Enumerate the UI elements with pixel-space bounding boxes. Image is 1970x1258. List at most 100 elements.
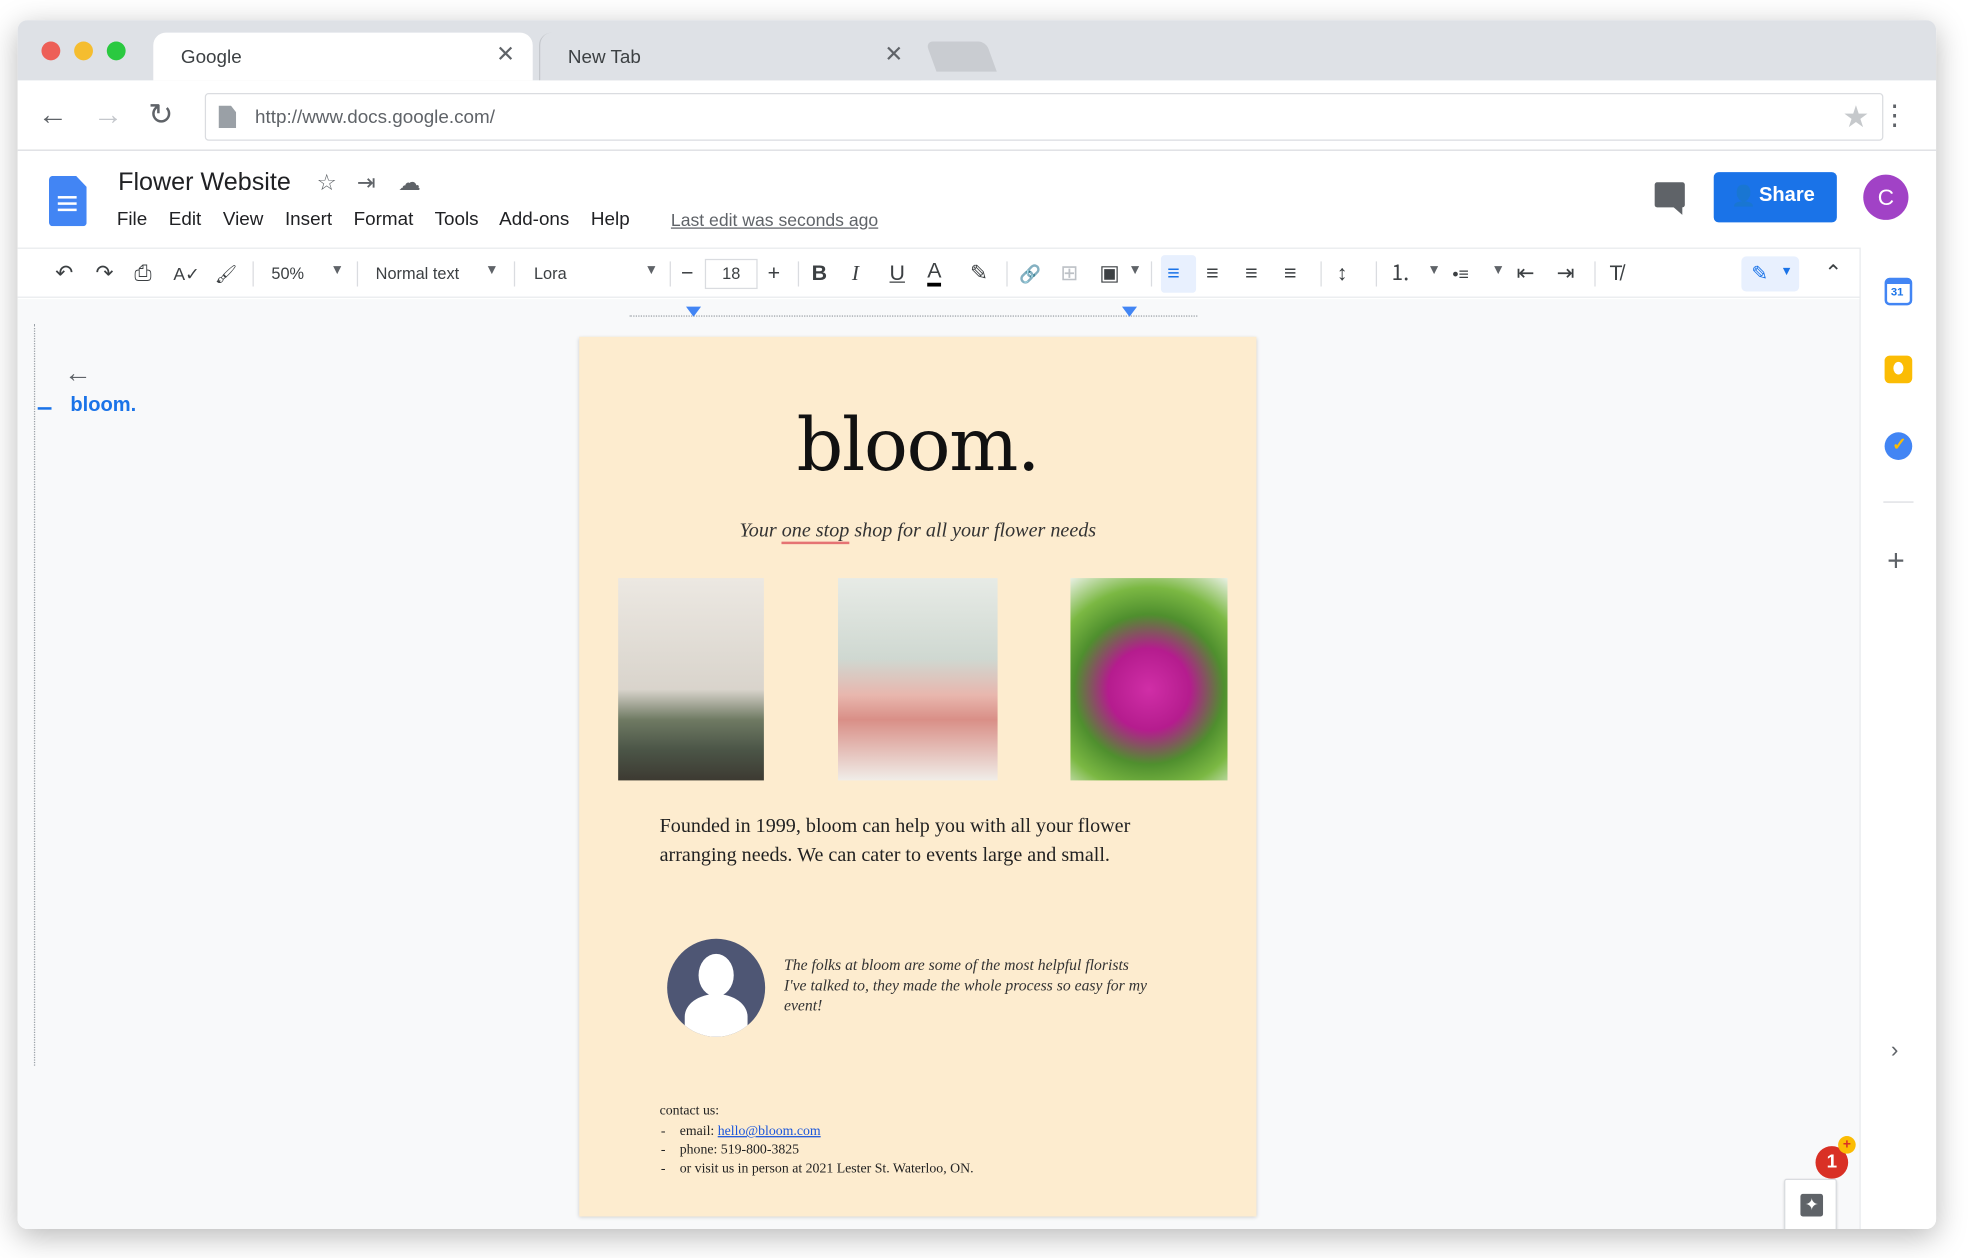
bookmark-star-icon[interactable]: ★: [1842, 99, 1869, 135]
share-button[interactable]: 👤 Share: [1713, 172, 1837, 223]
tab-google[interactable]: Google ✕: [153, 32, 533, 81]
cloud-status-icon[interactable]: ☁: [398, 170, 421, 196]
bulleted-list-icon[interactable]: •≡: [1452, 260, 1468, 288]
contact-heading: contact us:: [659, 1103, 720, 1119]
list-item: or visit us in person at 2021 Lester St.…: [660, 1160, 974, 1179]
close-icon[interactable]: ✕: [496, 41, 515, 67]
spellcheck-icon[interactable]: A✓: [173, 260, 199, 288]
chevron-down-icon[interactable]: ▼: [485, 263, 499, 278]
print-icon[interactable]: ⎙: [134, 260, 151, 288]
decrease-indent-icon[interactable]: ⇤: [1516, 260, 1534, 288]
contact-section: contact us: email: hello@bloom.com phone…: [660, 1103, 974, 1178]
last-edit-link[interactable]: Last edit was seconds ago: [671, 210, 878, 230]
reload-icon[interactable]: ↻: [148, 98, 173, 133]
outline-heading-item[interactable]: bloom.: [70, 395, 136, 418]
zoom-select[interactable]: 50%: [271, 264, 304, 283]
bold-button[interactable]: B: [812, 260, 827, 288]
menu-insert[interactable]: Insert: [285, 209, 332, 230]
add-comment-icon[interactable]: ⊞: [1060, 260, 1078, 288]
menu-bar: File Edit View Insert Format Tools Add-o…: [117, 209, 646, 230]
person-icon: 👤: [1731, 185, 1757, 208]
document-page[interactable]: bloom. Your one stop shop for all your f…: [579, 336, 1257, 1217]
tab-strip: Google ✕ New Tab ✕: [17, 20, 1937, 81]
flower-photo-bouquet[interactable]: [618, 578, 764, 781]
toolbar-divider: [1006, 261, 1008, 287]
horizontal-ruler: [629, 304, 1198, 317]
insert-link-icon[interactable]: 🔗: [1019, 260, 1041, 288]
left-indent-marker[interactable]: [685, 306, 702, 317]
italic-button[interactable]: I: [852, 260, 859, 288]
subtitle-part: shop for all your flower needs: [849, 520, 1097, 542]
font-size-input[interactable]: 18: [704, 258, 758, 290]
document-title[interactable]: Flower Website: [118, 168, 291, 197]
chevron-down-icon[interactable]: ▼: [1427, 263, 1441, 278]
numbered-list-icon[interactable]: ⒈: [1390, 260, 1411, 288]
collapse-menus-icon[interactable]: ⌃: [1824, 260, 1842, 288]
email-label: email:: [679, 1123, 718, 1139]
increase-indent-icon[interactable]: ⇥: [1557, 260, 1575, 288]
browser-window: Google ✕ New Tab ✕ ← → ↻ http://www.docs…: [17, 20, 1937, 1230]
paragraph-style-select[interactable]: Normal text: [376, 264, 460, 283]
address-bar[interactable]: http://www.docs.google.com/ ★: [204, 92, 1884, 141]
menu-format[interactable]: Format: [354, 209, 414, 230]
keep-icon[interactable]: [1884, 355, 1913, 384]
increase-font-size-button[interactable]: +: [768, 260, 780, 288]
close-window-button[interactable]: [41, 41, 61, 61]
avatar[interactable]: C: [1863, 174, 1909, 220]
close-icon[interactable]: ✕: [884, 41, 903, 67]
outline-back-arrow-icon[interactable]: ←: [64, 357, 92, 390]
menu-help[interactable]: Help: [591, 209, 630, 230]
tab-title: New Tab: [567, 46, 641, 68]
clear-formatting-icon[interactable]: T̸: [1609, 260, 1622, 288]
flower-photo-pink[interactable]: [1070, 578, 1228, 781]
calendar-icon[interactable]: 31: [1884, 277, 1913, 306]
justify-icon[interactable]: ≡: [1284, 260, 1296, 288]
menu-add-ons[interactable]: Add-ons: [499, 209, 569, 230]
move-folder-icon[interactable]: ⇥: [357, 170, 376, 196]
docs-logo-icon[interactable]: [48, 175, 87, 227]
star-icon[interactable]: ☆: [317, 170, 337, 196]
redo-icon[interactable]: ↷: [95, 260, 113, 288]
underline-button[interactable]: U: [890, 260, 905, 288]
menu-view[interactable]: View: [223, 209, 264, 230]
contact-list: email: hello@bloom.com phone: 519-800-38…: [660, 1122, 974, 1179]
align-center-icon[interactable]: ≡: [1206, 260, 1218, 288]
paint-format-icon[interactable]: 🖌: [215, 260, 237, 288]
chevron-down-icon[interactable]: ▼: [1128, 263, 1142, 278]
intro-paragraph: Founded in 1999, bloom can help you with…: [659, 815, 1131, 866]
text-color-button[interactable]: A: [927, 260, 942, 287]
tasks-icon[interactable]: ✓: [1884, 432, 1913, 460]
maximize-window-button[interactable]: [106, 41, 126, 61]
highlight-color-icon[interactable]: ✎: [970, 260, 988, 288]
line-spacing-icon[interactable]: ↕: [1337, 260, 1348, 288]
comment-history-icon[interactable]: [1654, 182, 1685, 215]
decrease-font-size-button[interactable]: −: [681, 260, 693, 288]
page-icon: [218, 105, 237, 129]
browser-menu-icon[interactable]: ⋮: [1881, 98, 1909, 133]
align-left-icon[interactable]: ≡: [1167, 260, 1179, 288]
undo-icon[interactable]: ↶: [55, 260, 73, 288]
chevron-down-icon[interactable]: ▼: [330, 263, 344, 278]
chevron-down-icon[interactable]: ▼: [1491, 263, 1505, 278]
forward-arrow-icon[interactable]: →: [93, 98, 123, 133]
tab-new-tab[interactable]: New Tab ✕: [538, 32, 921, 81]
email-link[interactable]: hello@bloom.com: [718, 1123, 821, 1138]
align-right-icon[interactable]: ≡: [1245, 260, 1257, 288]
right-indent-marker[interactable]: [1121, 306, 1138, 317]
menu-tools[interactable]: Tools: [435, 209, 479, 230]
new-tab-button[interactable]: [925, 41, 997, 72]
add-ons-plus-icon[interactable]: +: [1887, 544, 1905, 579]
insert-image-icon[interactable]: ▣: [1099, 260, 1119, 288]
chevron-down-icon[interactable]: ▼: [645, 263, 659, 278]
spelling-suggestion[interactable]: one stop: [781, 520, 850, 545]
flower-photo-vases[interactable]: [838, 578, 998, 781]
back-arrow-icon[interactable]: ←: [38, 98, 68, 133]
minimize-window-button[interactable]: [74, 41, 93, 61]
menu-file[interactable]: File: [117, 209, 147, 230]
menu-edit[interactable]: Edit: [169, 209, 201, 230]
explore-button[interactable]: ✦: [1784, 1178, 1837, 1230]
editing-mode-button[interactable]: ✎ ▼: [1741, 256, 1800, 292]
expand-panel-chevron-icon[interactable]: ›: [1891, 1037, 1899, 1063]
font-select[interactable]: Lora: [534, 264, 567, 283]
list-item: email: hello@bloom.com: [660, 1122, 974, 1141]
